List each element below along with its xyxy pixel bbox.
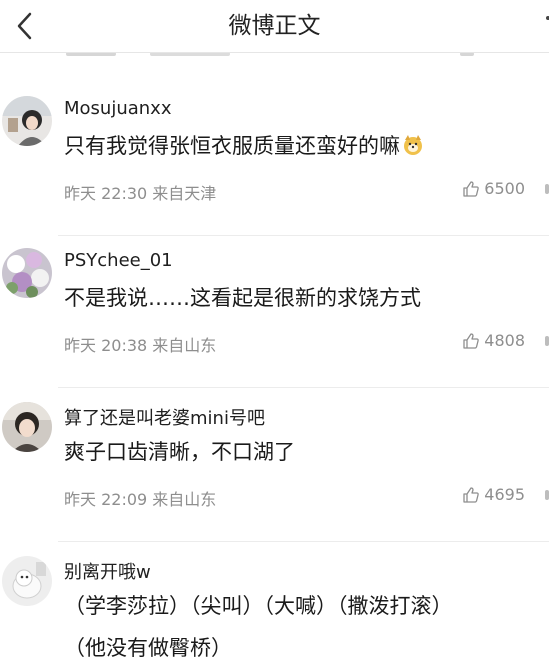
avatar[interactable] xyxy=(2,248,52,298)
more-icon[interactable] xyxy=(545,490,549,500)
like-button[interactable]: 4695 xyxy=(462,485,525,504)
comment-item: 别离开哦w （学李莎拉）（尖叫）（大喊）（撒泼打滚） （他没有做臀桥） xyxy=(0,544,549,659)
comment-text: 不是我说……这看起是很新的求饶方式 xyxy=(64,286,421,310)
avatar[interactable] xyxy=(2,556,52,606)
thumbs-up-icon xyxy=(463,332,480,349)
comment-source: 来自山东 xyxy=(152,336,217,355)
comment-username[interactable]: Mosujuanxx xyxy=(64,98,171,119)
thumbs-up-icon xyxy=(463,180,480,197)
comment-text: （学李莎拉）（尖叫）（大喊）（撒泼打滚） xyxy=(64,594,453,618)
comment-meta: 昨天 20:38 来自山东 xyxy=(64,332,216,356)
comment-source: 来自天津 xyxy=(152,184,217,203)
more-icon[interactable] xyxy=(545,184,549,194)
more-icon[interactable] xyxy=(543,14,549,38)
comment-username[interactable]: 别离开哦w xyxy=(64,558,151,584)
divider xyxy=(58,541,549,542)
comment-text: 只有我觉得张恒衣服质量还蛮好的嘛 xyxy=(64,130,424,161)
comment-item: 算了还是叫老婆mini号吧 爽子口齿清晰，不口湖了 昨天 22:09 来自山东 … xyxy=(0,390,549,542)
more-icon[interactable] xyxy=(545,336,549,346)
doge-emoji xyxy=(402,134,424,161)
like-count: 4808 xyxy=(484,331,525,350)
top-navbar: 微博正文 xyxy=(0,0,549,53)
divider xyxy=(58,387,549,388)
page-title: 微博正文 xyxy=(228,13,321,39)
comment-meta: 昨天 22:09 来自山东 xyxy=(64,486,216,510)
comment-username[interactable]: PSYchee_01 xyxy=(64,250,173,271)
avatar[interactable] xyxy=(2,96,52,146)
like-count: 6500 xyxy=(484,179,525,198)
previous-comment-remnant xyxy=(0,52,549,70)
thumbs-up-icon xyxy=(463,486,480,503)
comment-meta: 昨天 22:30 来自天津 xyxy=(64,180,216,204)
comment-username[interactable]: 算了还是叫老婆mini号吧 xyxy=(64,404,265,430)
like-count: 4695 xyxy=(484,485,525,504)
comment-item: PSYchee_01 不是我说……这看起是很新的求饶方式 昨天 20:38 来自… xyxy=(0,236,549,388)
comment-text: 爽子口齿清晰，不口湖了 xyxy=(64,440,295,464)
like-button[interactable]: 4808 xyxy=(462,331,525,350)
comment-time: 昨天 22:09 xyxy=(64,490,148,509)
comment-source: 来自山东 xyxy=(152,490,217,509)
like-button[interactable]: 6500 xyxy=(462,179,525,198)
comment-text-line2: （他没有做臀桥） xyxy=(64,636,232,659)
avatar[interactable] xyxy=(2,402,52,452)
comment-item: Mosujuanxx 只有我觉得张恒衣服质量还蛮好的嘛 昨天 22:30 来自天… xyxy=(0,84,549,236)
comment-time: 昨天 20:38 xyxy=(64,336,148,355)
comment-time: 昨天 22:30 xyxy=(64,184,148,203)
